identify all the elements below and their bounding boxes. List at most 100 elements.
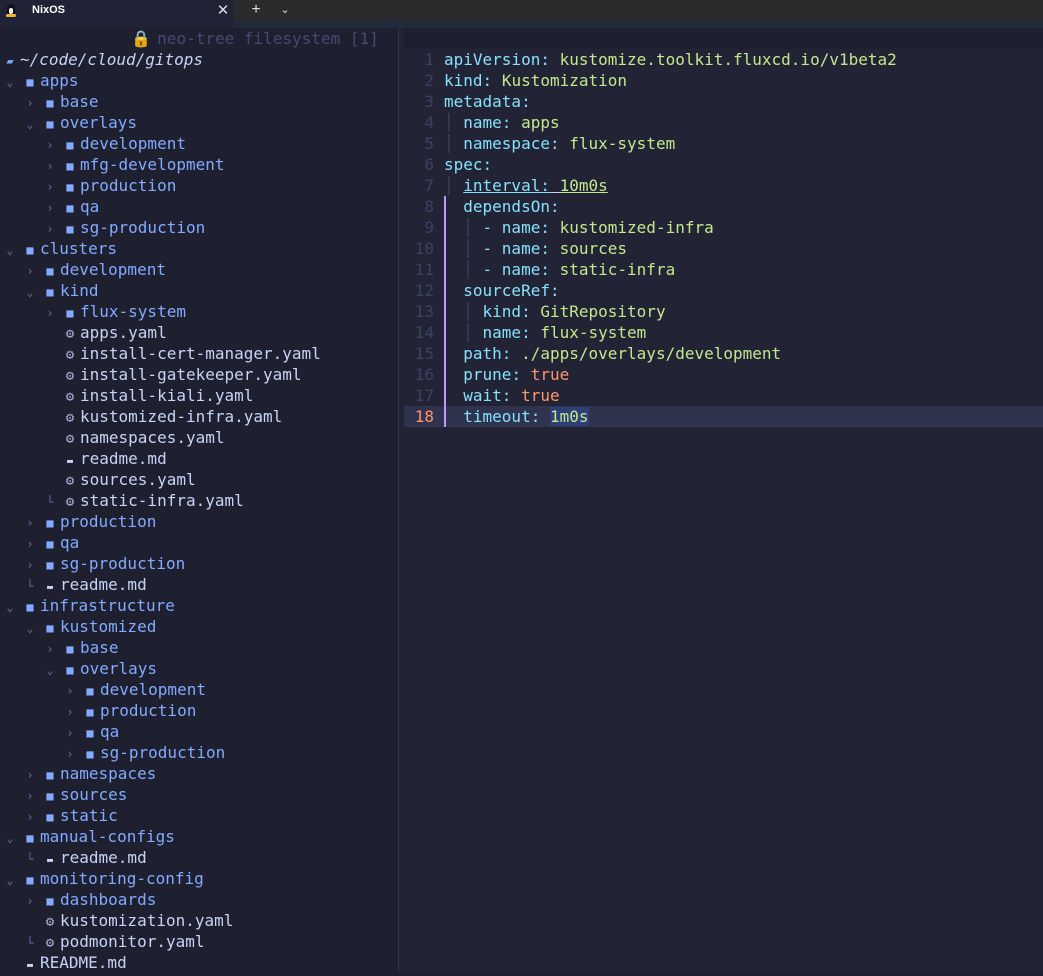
chevron-right-icon[interactable]: › [20, 765, 40, 786]
tree-dir-row[interactable]: › ■ static [0, 805, 398, 826]
code-line[interactable]: 13 │ kind: GitRepository [404, 301, 1043, 322]
tree-dir-row[interactable]: ⌄ ■ manual-configs [0, 826, 398, 847]
chevron-right-icon[interactable]: › [20, 534, 40, 555]
code-line[interactable]: 4 │ name: apps [404, 112, 1043, 133]
tab-dropdown-icon[interactable]: ⌄ [277, 0, 293, 20]
tree-file-row[interactable]: └ ▬ readme.md [0, 574, 398, 595]
code-line[interactable]: 2 kind: Kustomization [404, 70, 1043, 91]
chevron-right-icon[interactable]: › [20, 807, 40, 828]
tree-file-row[interactable]: ⚙ sources.yaml [0, 469, 398, 490]
chevron-right-icon[interactable]: › [40, 198, 60, 219]
code-line[interactable]: 9 │ - name: kustomized-infra [404, 217, 1043, 238]
tree-file-row[interactable]: ⚙ install-cert-manager.yaml [0, 343, 398, 364]
chevron-right-icon[interactable]: › [20, 513, 40, 534]
tree-dir-row[interactable]: › ■ namespaces [0, 763, 398, 784]
tree-dir-row[interactable]: › ■ production [0, 175, 398, 196]
tree-file-row[interactable]: ⚙ kustomization.yaml [0, 910, 398, 931]
code-line[interactable]: 12 sourceRef: [404, 280, 1043, 301]
tree-dir-row[interactable]: ⌄ ■ monitoring-config [0, 868, 398, 889]
tree-dir-row[interactable]: › ■ base [0, 91, 398, 112]
chevron-right-icon[interactable]: › [60, 681, 80, 702]
code-buffer[interactable]: 1 apiVersion: kustomize.toolkit.fluxcd.i… [404, 49, 1043, 427]
code-line[interactable]: 11 │ - name: static-infra [404, 259, 1043, 280]
tree-dir-row[interactable]: › ■ development [0, 679, 398, 700]
tree-file-row[interactable]: ▬ README.md [0, 952, 398, 973]
code-line[interactable]: 1 apiVersion: kustomize.toolkit.fluxcd.i… [404, 49, 1043, 70]
tree-file-row[interactable]: ⚙ apps.yaml [0, 322, 398, 343]
chevron-right-icon[interactable]: › [40, 639, 60, 660]
code-line[interactable]: 14 │ name: flux-system [404, 322, 1043, 343]
chevron-right-icon[interactable]: › [20, 891, 40, 912]
chevron-right-icon[interactable]: › [20, 786, 40, 807]
tree-dir-row[interactable]: › ■ sg-production [0, 553, 398, 574]
tree-dir-row[interactable]: ⌄ ■ apps [0, 70, 398, 91]
chevron-right-icon[interactable]: › [40, 135, 60, 156]
code-line[interactable]: 8 dependsOn: [404, 196, 1043, 217]
tree-dir-row[interactable]: › ■ flux-system [0, 301, 398, 322]
tree-dir-row[interactable]: › ■ qa [0, 196, 398, 217]
tree-dir-row[interactable]: › ■ base [0, 637, 398, 658]
chevron-right-icon[interactable]: › [40, 156, 60, 177]
code-line[interactable]: 15 path: ./apps/overlays/development [404, 343, 1043, 364]
tree-dir-row[interactable]: › ■ development [0, 259, 398, 280]
code-line[interactable]: 18 timeout: 1m0s [404, 406, 1043, 427]
code-line[interactable]: 3 metadata: [404, 91, 1043, 112]
tree-dir-row[interactable]: › ■ development [0, 133, 398, 154]
tree-dir-row[interactable]: › ■ mfg-development [0, 154, 398, 175]
tree-dir-row[interactable]: › ■ qa [0, 532, 398, 553]
chevron-right-icon[interactable]: › [60, 723, 80, 744]
editor-pane[interactable]: 1 apiVersion: kustomize.toolkit.fluxcd.i… [404, 28, 1043, 971]
code-line[interactable]: 7 │ interval: 10m0s [404, 175, 1043, 196]
tree-dir-row[interactable]: › ■ production [0, 511, 398, 532]
tree-dir-row[interactable]: ⌄ ■ overlays [0, 658, 398, 679]
tree-file-row[interactable]: └ ▬ readme.md [0, 847, 398, 868]
tree-dir-row[interactable]: › ■ sg-production [0, 217, 398, 238]
list-dash: - [482, 239, 502, 258]
tree-dir-row[interactable]: › ■ sg-production [0, 742, 398, 763]
tree-file-row[interactable]: ▬ readme.md [0, 448, 398, 469]
folder-icon: ■ [46, 96, 54, 110]
tree-root[interactable]: ▰ ~/code/cloud/gitops [0, 49, 398, 70]
chevron-right-icon[interactable]: › [20, 555, 40, 576]
tree-dir-row[interactable]: ⌄ ■ kustomized [0, 616, 398, 637]
tree-file-row[interactable]: ⚙ namespaces.yaml [0, 427, 398, 448]
tree-file-row[interactable]: ⚙ install-kiali.yaml [0, 385, 398, 406]
new-tab-button[interactable]: + [246, 0, 266, 20]
tree-dir-row[interactable]: ⌄ ■ overlays [0, 112, 398, 133]
chevron-down-icon[interactable]: ⌄ [20, 114, 40, 135]
chevron-down-icon[interactable]: ⌄ [40, 660, 60, 681]
tree-file-row[interactable]: └ ⚙ podmonitor.yaml [0, 931, 398, 952]
chevron-down-icon[interactable]: ⌄ [20, 618, 40, 639]
tree-item-name: development [60, 260, 166, 279]
terminal-tab[interactable]: NixOS ✕ [0, 0, 233, 20]
chevron-down-icon[interactable]: ⌄ [20, 282, 40, 303]
chevron-right-icon[interactable]: › [20, 93, 40, 114]
chevron-right-icon[interactable]: › [60, 702, 80, 723]
chevron-right-icon[interactable]: › [20, 261, 40, 282]
tree-dir-row[interactable]: › ■ dashboards [0, 889, 398, 910]
tree-dir-row[interactable]: ⌄ ■ kind [0, 280, 398, 301]
chevron-right-icon[interactable]: › [40, 219, 60, 240]
code-line[interactable]: 17 wait: true [404, 385, 1043, 406]
chevron-down-icon[interactable]: ⌄ [0, 72, 20, 93]
code-line[interactable]: 16 prune: true [404, 364, 1043, 385]
chevron-down-icon[interactable]: ⌄ [0, 828, 20, 849]
tree-dir-row[interactable]: › ■ sources [0, 784, 398, 805]
tree-file-row[interactable]: ⚙ kustomized-infra.yaml [0, 406, 398, 427]
chevron-down-icon[interactable]: ⌄ [0, 597, 20, 618]
code-line[interactable]: 5 │ namespace: flux-system [404, 133, 1043, 154]
chevron-down-icon[interactable]: ⌄ [0, 240, 20, 261]
tree-dir-row[interactable]: ⌄ ■ infrastructure [0, 595, 398, 616]
close-tab-icon[interactable]: ✕ [213, 1, 233, 19]
tree-dir-row[interactable]: ⌄ ■ clusters [0, 238, 398, 259]
tree-file-row[interactable]: ⚙ install-gatekeeper.yaml [0, 364, 398, 385]
tree-dir-row[interactable]: › ■ production [0, 700, 398, 721]
chevron-down-icon[interactable]: ⌄ [0, 870, 20, 891]
chevron-right-icon[interactable]: › [40, 177, 60, 198]
chevron-right-icon[interactable]: › [40, 303, 60, 324]
chevron-right-icon[interactable]: › [60, 744, 80, 765]
tree-file-row[interactable]: └ ⚙ static-infra.yaml [0, 490, 398, 511]
code-line[interactable]: 10 │ - name: sources [404, 238, 1043, 259]
tree-dir-row[interactable]: › ■ qa [0, 721, 398, 742]
code-line[interactable]: 6 spec: [404, 154, 1043, 175]
